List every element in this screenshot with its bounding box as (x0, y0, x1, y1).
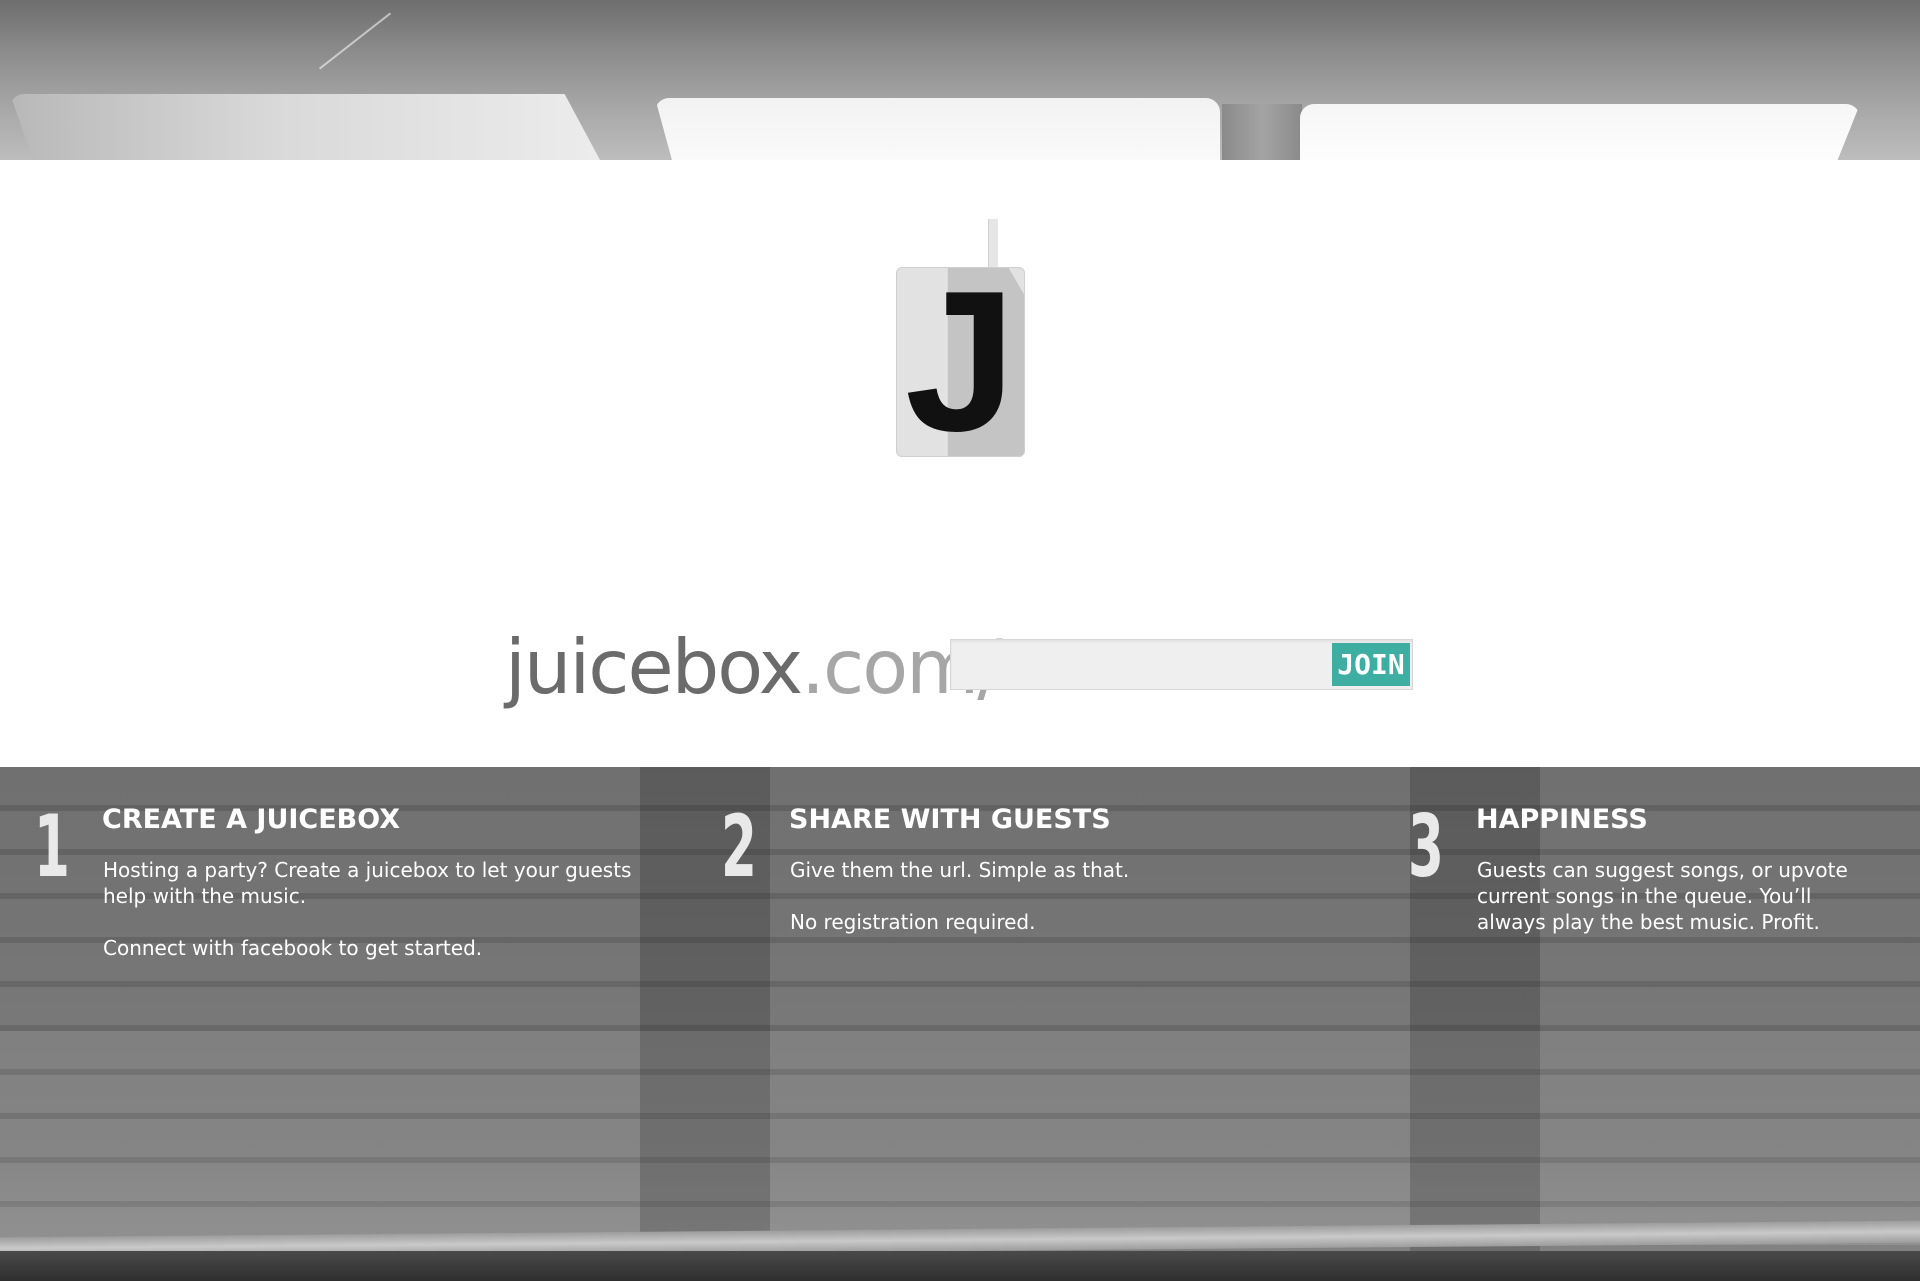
step-paragraph: No registration required. (790, 910, 1036, 934)
step-title: SHARE WITH GUESTS (789, 804, 1111, 835)
url-domain: juicebox (505, 623, 803, 711)
logo-hanger (988, 219, 998, 269)
juicebox-logo: J (896, 267, 1025, 457)
header-background-image (0, 0, 1920, 160)
join-form: JOIN (950, 639, 1413, 690)
step-paragraph: Give them the url. Simple as that. (790, 858, 1130, 882)
step-title: HAPPINESS (1476, 804, 1648, 835)
step-description: Guests can suggest songs, or upvote curr… (1477, 857, 1877, 961)
step-paragraph: Hosting a party? Create a juicebox to le… (103, 858, 632, 908)
step-number: 1 (34, 797, 70, 897)
footer-background-image (0, 767, 1920, 1281)
join-button[interactable]: JOIN (1332, 643, 1410, 686)
logo-letter: J (904, 267, 1017, 457)
step-paragraph: Guests can suggest songs, or upvote curr… (1477, 858, 1848, 934)
step-number: 2 (721, 797, 757, 897)
step-description: Give them the url. Simple as that. No re… (790, 857, 1350, 961)
juicebox-name-input[interactable] (951, 640, 1331, 689)
step-title: CREATE A JUICEBOX (102, 804, 401, 835)
step-paragraph: Connect with facebook to get started. (103, 936, 483, 960)
step-description: Hosting a party? Create a juicebox to le… (103, 857, 663, 987)
url-prefix: juicebox.com/ (505, 612, 1002, 722)
step-number: 3 (1408, 797, 1444, 897)
